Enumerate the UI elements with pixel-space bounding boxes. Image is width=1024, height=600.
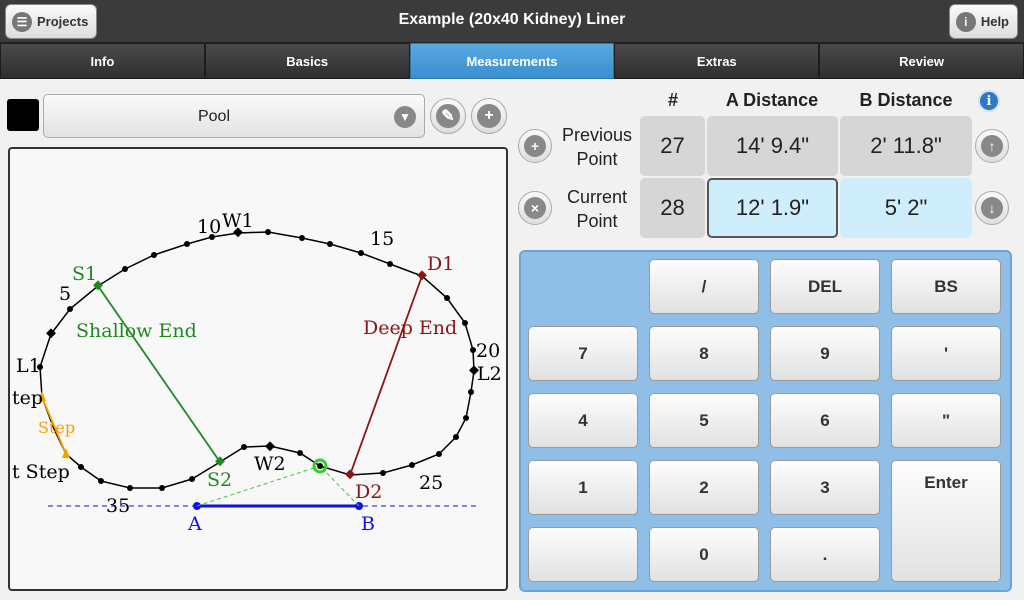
deep-end-line (349, 275, 423, 476)
label-20: 20 (476, 340, 500, 362)
previous-b-distance: 2' 11.8" (840, 116, 972, 176)
label-10: 10 (197, 216, 221, 238)
pool-outline (39, 231, 475, 489)
add-shape-button[interactable]: + (471, 98, 507, 134)
key-2[interactable]: 2 (649, 460, 759, 515)
label-s2: S2 (207, 469, 232, 491)
label-shallow-end: Shallow End (76, 320, 197, 342)
current-label-line1: Current (566, 187, 628, 207)
tab-bar: Info Basics Measurements Extras Review (0, 43, 1024, 79)
pool-diagram[interactable]: W1 W2 S1 S2 D1 D2 L1 L2 A B 5 10 15 20 2… (8, 147, 508, 591)
page-title: Example (20x40 Kidney) Liner (398, 11, 626, 28)
current-a-distance-input[interactable]: 12' 1.9" (707, 178, 838, 238)
tab-measurements[interactable]: Measurements (409, 43, 615, 79)
tab-basics[interactable]: Basics (204, 43, 410, 79)
arrow-down-icon: ↓ (981, 197, 1003, 219)
label-step: Step (38, 418, 75, 437)
close-icon: × (524, 197, 546, 219)
title-bar: ☰ Projects Example (20x40 Kidney) Liner … (0, 0, 1024, 43)
label-a: A (187, 513, 202, 535)
add-point-button[interactable]: + (518, 129, 552, 163)
label-b: B (361, 513, 375, 535)
keypad: / DEL BS 7 8 9 ' 4 5 6 " 1 2 3 Enter 0 . (519, 250, 1012, 592)
label-t-step: t Step (12, 461, 70, 483)
key-8[interactable]: 8 (649, 326, 759, 381)
col-header-num: # (667, 90, 678, 110)
key-decimal[interactable]: . (770, 527, 880, 582)
label-15: 15 (370, 228, 394, 250)
shape-select[interactable]: Pool ▼ (43, 94, 425, 138)
label-d1: D1 (427, 253, 454, 275)
previous-label-line1: Previous (561, 125, 633, 145)
key-del[interactable]: DEL (770, 259, 880, 314)
move-up-button[interactable]: ↑ (975, 129, 1009, 163)
label-s1: S1 (72, 263, 97, 285)
label-w2: W2 (254, 453, 286, 475)
shallow-end-line (97, 285, 221, 463)
previous-a-distance: 14' 9.4" (707, 116, 838, 176)
col-header-a: A Distance (725, 90, 819, 110)
key-0[interactable]: 0 (649, 527, 759, 582)
label-35: 35 (106, 495, 130, 517)
shape-select-value: Pool (197, 108, 231, 125)
key-7[interactable]: 7 (528, 326, 638, 381)
key-5[interactable]: 5 (649, 393, 759, 448)
previous-num: 27 (640, 116, 705, 176)
key-blank[interactable] (528, 527, 638, 582)
previous-point-label: Previous Point (556, 123, 638, 171)
key-backspace[interactable]: BS (891, 259, 1001, 314)
help-button[interactable]: i Help (948, 4, 1018, 39)
current-point-dot (317, 463, 323, 469)
color-swatch[interactable] (7, 99, 39, 131)
plus-icon: + (477, 104, 501, 128)
d2-point (345, 469, 355, 480)
edit-button[interactable]: ✎ (430, 98, 466, 134)
arrow-up-icon: ↑ (981, 135, 1003, 157)
current-label-line2: Point (576, 211, 618, 231)
label-d2: D2 (355, 481, 382, 503)
key-1[interactable]: 1 (528, 460, 638, 515)
key-9[interactable]: 9 (770, 326, 880, 381)
current-point-label: Current Point (556, 185, 638, 233)
label-tep: tep (12, 387, 43, 409)
key-inches[interactable]: " (891, 393, 1001, 448)
label-l1: L1 (16, 355, 41, 377)
help-label: Help (980, 14, 1009, 29)
chevron-down-icon: ▼ (394, 106, 416, 128)
plus-icon: + (524, 135, 546, 157)
label-25: 25 (419, 472, 443, 494)
key-3[interactable]: 3 (770, 460, 880, 515)
tab-extras[interactable]: Extras (614, 43, 820, 79)
current-b-distance-input[interactable]: 5' 2" (840, 178, 972, 238)
label-w1: W1 (222, 210, 254, 232)
current-num: 28 (640, 178, 705, 238)
key-slash[interactable]: / (649, 259, 759, 314)
tab-review[interactable]: Review (819, 43, 1024, 79)
label-l2: L2 (477, 363, 502, 385)
move-down-button[interactable]: ↓ (975, 191, 1009, 225)
key-enter[interactable]: Enter (891, 460, 1001, 582)
col-header-b: B Distance (859, 90, 953, 110)
key-4[interactable]: 4 (528, 393, 638, 448)
key-feet[interactable]: ' (891, 326, 1001, 381)
key-6[interactable]: 6 (770, 393, 880, 448)
outline-points (37, 227, 479, 491)
label-5: 5 (59, 283, 71, 305)
info-icon[interactable]: i (978, 90, 1000, 112)
delete-point-button[interactable]: × (518, 191, 552, 225)
info-icon: i (955, 11, 976, 32)
label-deep-end: Deep End (363, 317, 457, 339)
previous-label-line2: Point (576, 149, 618, 169)
pool-diagram-svg: W1 W2 S1 S2 D1 D2 L1 L2 A B 5 10 15 20 2… (12, 210, 502, 535)
tab-info[interactable]: Info (0, 43, 205, 79)
pencil-icon: ✎ (436, 104, 460, 128)
